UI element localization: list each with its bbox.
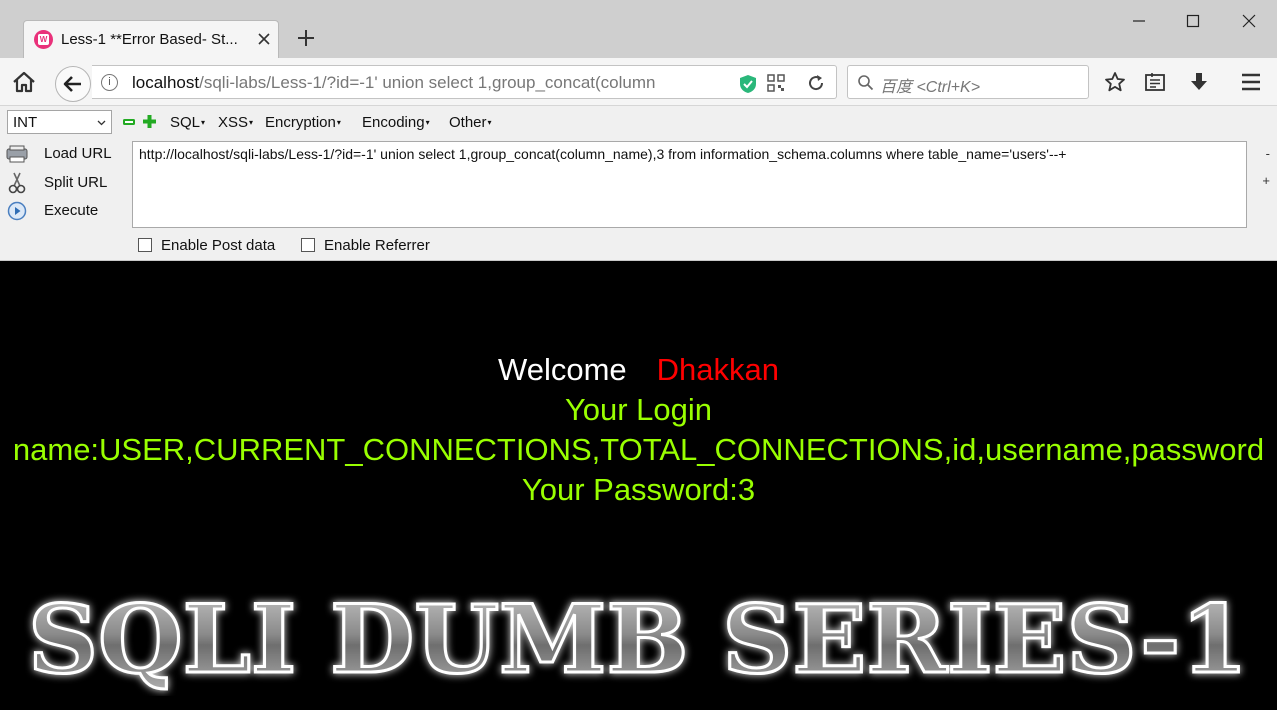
enable-referrer-checkbox[interactable]: Enable Referrer	[301, 237, 430, 254]
sqli-dumb-series-banner: SQLI DUMB SERIES-1	[27, 586, 1250, 696]
play-icon	[7, 201, 27, 221]
url-textarea[interactable]: http://localhost/sqli-labs/Less-1/?id=-1…	[132, 141, 1247, 228]
browser-tab[interactable]: W Less-1 **Error Based- St...	[23, 20, 279, 58]
url-bar[interactable]: i localhost/sqli-labs/Less-1/?id=-1' uni…	[92, 65, 837, 99]
welcome-text: Welcome	[498, 352, 627, 387]
window-close-icon[interactable]	[1236, 8, 1262, 34]
password-line: Your Password:3	[521, 472, 756, 507]
menu-icon[interactable]	[1240, 72, 1262, 92]
shrink-textarea-button[interactable]: -	[1266, 146, 1270, 161]
plus-icon[interactable]	[143, 115, 156, 128]
star-icon[interactable]	[1104, 71, 1126, 93]
new-tab-icon[interactable]	[295, 27, 317, 49]
tab-close-icon[interactable]	[255, 30, 273, 48]
site-favicon-icon: W	[34, 30, 53, 49]
menu-sql[interactable]: SQL▾	[170, 114, 205, 131]
type-select[interactable]: INT	[7, 110, 112, 134]
minimize-icon[interactable]	[1126, 8, 1152, 34]
download-icon[interactable]	[1188, 71, 1210, 93]
qr-code-icon[interactable]	[767, 74, 785, 92]
info-icon[interactable]: i	[101, 74, 118, 91]
login-label: Your Login	[564, 392, 713, 427]
split-url-button[interactable]: Split URL	[6, 172, 126, 194]
navigation-bar: i localhost/sqli-labs/Less-1/?id=-1' uni…	[0, 58, 1277, 106]
tab-title: Less-1 **Error Based- St...	[61, 31, 238, 48]
expand-textarea-button[interactable]: +	[1262, 173, 1270, 188]
search-icon	[858, 75, 874, 91]
shield-icon[interactable]	[739, 74, 757, 94]
page-content: Welcome Dhakkan Your Login name:USER,CURR…	[0, 261, 1277, 710]
svg-text:SQLI DUMB SERIES-1: SQLI DUMB SERIES-1	[28, 586, 1248, 695]
minus-icon[interactable]	[123, 117, 135, 127]
home-icon[interactable]	[12, 71, 36, 93]
hackbar-panel: INT SQL▾ XSS▾ Encryption▾ Encoding▾ Othe…	[0, 106, 1277, 261]
menu-other[interactable]: Other▾	[449, 114, 492, 131]
back-arrow-icon	[63, 76, 81, 92]
maximize-icon[interactable]	[1180, 8, 1206, 34]
load-url-button[interactable]: Load URL	[6, 143, 126, 165]
chevron-down-icon	[97, 120, 106, 126]
menu-xss[interactable]: XSS▾	[218, 114, 253, 131]
load-url-icon	[6, 145, 28, 163]
search-bar[interactable]: 百度 <Ctrl+K>	[847, 65, 1089, 99]
reload-icon[interactable]	[807, 74, 825, 92]
menu-encryption[interactable]: Encryption▾	[265, 114, 341, 131]
menu-encoding[interactable]: Encoding▾	[362, 114, 430, 131]
user-name: Dhakkan	[656, 352, 779, 387]
url-text[interactable]: localhost/sqli-labs/Less-1/?id=-1' union…	[132, 73, 710, 93]
title-bar: W Less-1 **Error Based- St...	[0, 0, 1277, 58]
scissors-icon	[8, 172, 26, 194]
welcome-line: Welcome Dhakkan	[0, 352, 1277, 388]
execute-button[interactable]: Execute	[6, 200, 126, 222]
reading-list-icon[interactable]	[1144, 71, 1166, 93]
login-name: name:USER,CURRENT_CONNECTIONS,TOTAL_CONN…	[12, 432, 1265, 467]
enable-post-data-checkbox[interactable]: Enable Post data	[138, 237, 275, 254]
type-select-value: INT	[13, 114, 38, 131]
back-button[interactable]	[55, 66, 91, 102]
search-input[interactable]: 百度 <Ctrl+K>	[880, 73, 980, 97]
